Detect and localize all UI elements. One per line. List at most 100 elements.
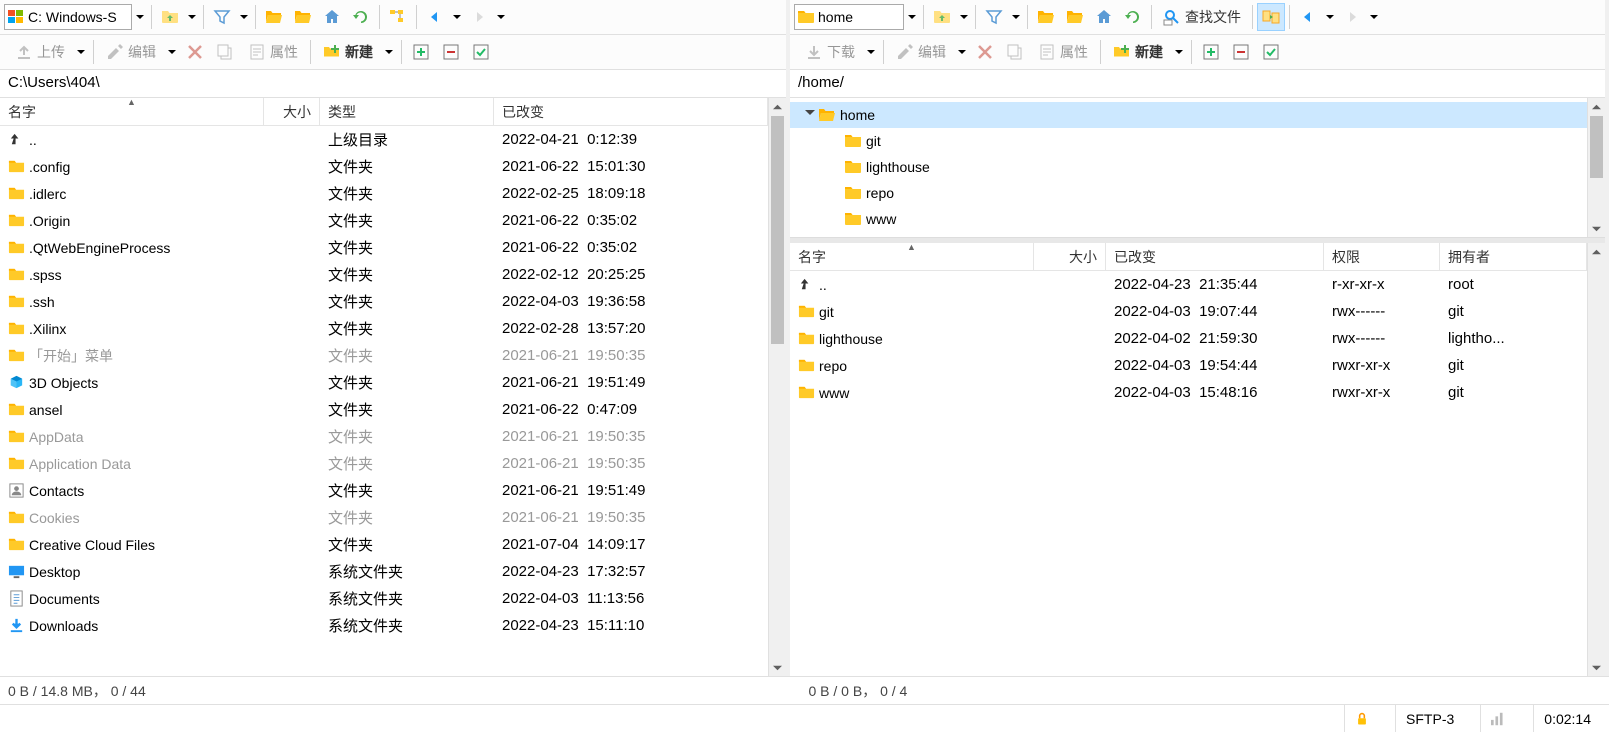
copy-button[interactable]	[211, 38, 239, 66]
filter-dropdown[interactable]	[237, 5, 251, 29]
check-button[interactable]	[467, 38, 495, 66]
rcol-owner[interactable]: 拥有者	[1440, 243, 1587, 270]
r-nav1-button[interactable]	[1032, 3, 1060, 31]
file-row[interactable]: .idlerc 文件夹 2022-02-25 18:09:18	[0, 180, 768, 207]
stats-icon[interactable]	[1480, 705, 1517, 732]
parent-dropdown[interactable]	[185, 5, 199, 29]
file-row[interactable]: .Origin 文件夹 2021-06-22 0:35:02	[0, 207, 768, 234]
r-back-dropdown[interactable]	[1323, 5, 1337, 29]
r-new-dropdown[interactable]	[1172, 40, 1186, 64]
col-changed[interactable]: 已改变	[494, 98, 768, 125]
file-row[interactable]: www 2022-04-03 15:48:16 rwxr-xr-x git	[790, 379, 1587, 406]
find-files-button[interactable]: 查找文件	[1156, 3, 1248, 31]
local-file-list[interactable]: 名字▲ 大小 类型 已改变 .. 上级目录 2022-04-21 0:12:39…	[0, 98, 768, 676]
file-row[interactable]: Downloads 系统文件夹 2022-04-23 15:11:10	[0, 612, 768, 639]
props-button[interactable]: 属性	[241, 38, 305, 66]
file-row[interactable]: .Xilinx 文件夹 2022-02-28 13:57:20	[0, 315, 768, 342]
file-row[interactable]: Desktop 系统文件夹 2022-04-23 17:32:57	[0, 558, 768, 585]
file-row[interactable]: lighthouse 2022-04-02 21:59:30 rwx------…	[790, 325, 1587, 352]
r-refresh-button[interactable]	[1119, 3, 1147, 31]
r-check-button[interactable]	[1257, 38, 1285, 66]
parent-dir-button[interactable]	[156, 3, 184, 31]
r-parent-dir-button[interactable]	[928, 3, 956, 31]
file-row[interactable]: .. 2022-04-23 21:35:44 r-xr-xr-x root	[790, 271, 1587, 298]
file-row[interactable]: .config 文件夹 2021-06-22 15:01:30	[0, 153, 768, 180]
local-drive-dropdown[interactable]	[133, 5, 147, 29]
file-row[interactable]: AppData 文件夹 2021-06-21 19:50:35	[0, 423, 768, 450]
sync-button[interactable]	[1257, 3, 1285, 31]
tree-node[interactable]: home	[790, 102, 1587, 128]
r-forward-dropdown[interactable]	[1367, 5, 1381, 29]
r-parent-dropdown[interactable]	[957, 5, 971, 29]
file-row[interactable]: ansel 文件夹 2021-06-22 0:47:09	[0, 396, 768, 423]
scroll-down-icon[interactable]	[769, 658, 786, 676]
collapse-button[interactable]	[437, 38, 465, 66]
r-filter-dropdown[interactable]	[1009, 5, 1023, 29]
r-home-button[interactable]	[1090, 3, 1118, 31]
new-button[interactable]: 新建	[316, 38, 380, 66]
remote-tree[interactable]: homegitlighthouserepowwwlib	[790, 98, 1587, 237]
file-row[interactable]: Cookies 文件夹 2021-06-21 19:50:35	[0, 504, 768, 531]
r-nav2-button[interactable]	[1061, 3, 1089, 31]
r-props-button[interactable]: 属性	[1031, 38, 1095, 66]
filter-button[interactable]	[208, 3, 236, 31]
file-row[interactable]: Creative Cloud Files 文件夹 2021-07-04 14:0…	[0, 531, 768, 558]
tree-button[interactable]	[384, 3, 412, 31]
remote-drive-dropdown[interactable]	[905, 5, 919, 29]
col-type[interactable]: 类型	[320, 98, 494, 125]
tree-scrollbar[interactable]	[1587, 98, 1605, 237]
tree-node[interactable]: repo	[790, 180, 1587, 206]
rcol-changed[interactable]: 已改变	[1106, 243, 1324, 270]
nav-folder2-button[interactable]	[289, 3, 317, 31]
delete-button[interactable]	[181, 38, 209, 66]
local-scrollbar[interactable]	[768, 98, 786, 676]
r-edit-button[interactable]: 编辑	[889, 38, 953, 66]
tree-node[interactable]: lighthouse	[790, 154, 1587, 180]
back-button[interactable]	[421, 3, 449, 31]
local-path[interactable]: C:\Users\404\	[0, 70, 786, 98]
col-name[interactable]: 名字▲	[0, 98, 264, 125]
file-row[interactable]: .ssh 文件夹 2022-04-03 19:36:58	[0, 288, 768, 315]
back-dropdown[interactable]	[450, 5, 464, 29]
file-row[interactable]: .spss 文件夹 2022-02-12 20:25:25	[0, 261, 768, 288]
forward-dropdown[interactable]	[494, 5, 508, 29]
home-button[interactable]	[318, 3, 346, 31]
file-row[interactable]: repo 2022-04-03 19:54:44 rwxr-xr-x git	[790, 352, 1587, 379]
r-new-button[interactable]: 新建	[1106, 38, 1170, 66]
r-forward-button[interactable]	[1338, 3, 1366, 31]
r-expand-button[interactable]	[1197, 38, 1225, 66]
scroll-up-icon[interactable]	[769, 98, 786, 116]
scroll-thumb[interactable]	[771, 116, 784, 344]
tree-node[interactable]: lib	[790, 232, 1587, 237]
r-filter-button[interactable]	[980, 3, 1008, 31]
tree-node[interactable]: git	[790, 128, 1587, 154]
r-copy-button[interactable]	[1001, 38, 1029, 66]
r-scroll-down[interactable]	[1588, 658, 1605, 676]
local-drive-combo[interactable]: C: Windows-S	[4, 4, 132, 30]
expand-button[interactable]	[407, 38, 435, 66]
r-edit-dropdown[interactable]	[955, 40, 969, 64]
r-delete-button[interactable]	[971, 38, 999, 66]
remote-drive-combo[interactable]: home	[794, 4, 904, 30]
refresh-button[interactable]	[347, 3, 375, 31]
file-row[interactable]: 3D Objects 文件夹 2021-06-21 19:51:49	[0, 369, 768, 396]
file-row[interactable]: .QtWebEngineProcess 文件夹 2021-06-22 0:35:…	[0, 234, 768, 261]
download-dropdown[interactable]	[864, 40, 878, 64]
r-scroll-up[interactable]	[1588, 243, 1605, 261]
file-row[interactable]: Application Data 文件夹 2021-06-21 19:50:35	[0, 450, 768, 477]
tree-scroll-up[interactable]	[1588, 98, 1605, 116]
rcol-size[interactable]: 大小	[1034, 243, 1106, 270]
file-row[interactable]: git 2022-04-03 19:07:44 rwx------ git	[790, 298, 1587, 325]
edit-button[interactable]: 编辑	[99, 38, 163, 66]
new-dropdown[interactable]	[382, 40, 396, 64]
tree-scroll-down[interactable]	[1588, 219, 1605, 237]
lock-icon[interactable]	[1344, 705, 1379, 732]
tree-node[interactable]: www	[790, 206, 1587, 232]
r-collapse-button[interactable]	[1227, 38, 1255, 66]
file-row[interactable]: Contacts 文件夹 2021-06-21 19:51:49	[0, 477, 768, 504]
remote-scrollbar[interactable]	[1587, 243, 1605, 676]
remote-path[interactable]: /home/	[790, 70, 1605, 98]
rcol-name[interactable]: 名字▲	[790, 243, 1034, 270]
file-row[interactable]: Documents 系统文件夹 2022-04-03 11:13:56	[0, 585, 768, 612]
rcol-rights[interactable]: 权限	[1324, 243, 1440, 270]
